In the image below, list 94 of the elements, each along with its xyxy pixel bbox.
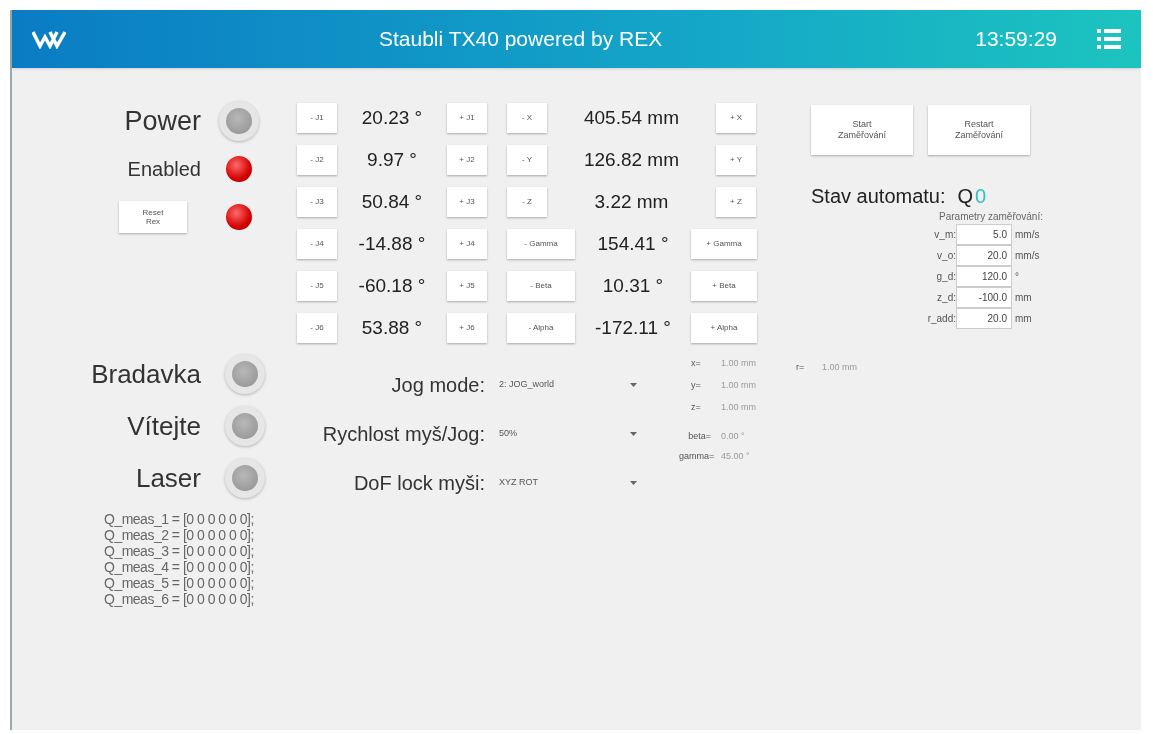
jog-button[interactable]: + J6 bbox=[447, 313, 487, 343]
readout-value: 1.00 mm bbox=[721, 357, 756, 371]
dropdown-select[interactable]: 2: JOG_world bbox=[497, 370, 643, 400]
readout-label: beta= bbox=[687, 430, 712, 444]
jog-button[interactable]: + J3 bbox=[447, 187, 487, 217]
param-field[interactable]: 5.0 bbox=[956, 224, 1012, 245]
jog-button[interactable]: + Gamma bbox=[691, 229, 757, 259]
param-field[interactable]: 20.0 bbox=[956, 245, 1012, 266]
jog-button[interactable]: - X bbox=[507, 103, 547, 133]
readout-label: x= bbox=[691, 357, 702, 371]
clock-time: 13:59:29 bbox=[975, 26, 1057, 53]
measurement-line: Q_meas_1 = [0 0 0 0 0 0]; bbox=[104, 511, 255, 527]
joint-value: 9.97 ° bbox=[366, 147, 418, 172]
joint-value: 50.84 ° bbox=[360, 189, 424, 214]
cartesian-value: 10.31 ° bbox=[601, 273, 665, 298]
dropdown-label: Jog mode: bbox=[390, 373, 486, 398]
menu-icon[interactable] bbox=[1097, 28, 1121, 50]
logo-icon bbox=[32, 29, 66, 49]
jog-button[interactable]: + Y bbox=[716, 145, 756, 175]
param-unit: mm bbox=[1014, 312, 1033, 326]
jog-button[interactable]: + Z bbox=[716, 187, 756, 217]
window-title: Staubli TX40 powered by REX bbox=[378, 26, 664, 53]
jog-button[interactable]: + J2 bbox=[447, 145, 487, 175]
jog-button[interactable]: - Alpha bbox=[507, 313, 575, 343]
jog-button[interactable]: + Beta bbox=[691, 271, 757, 301]
joint-value: 53.88 ° bbox=[360, 315, 424, 340]
jog-button[interactable]: - Beta bbox=[507, 271, 575, 301]
measurement-line: Q_meas_2 = [0 0 0 0 0 0]; bbox=[104, 527, 255, 543]
joint-value: -14.88 ° bbox=[357, 231, 427, 256]
caret-icon bbox=[630, 383, 637, 387]
dropdown-label: Rychlost myš/Jog: bbox=[321, 422, 486, 447]
readout-value: 1.00 mm bbox=[822, 361, 858, 375]
measurement-line: Q_meas_5 = [0 0 0 0 0 0]; bbox=[104, 575, 255, 591]
param-field[interactable]: 120.0 bbox=[956, 266, 1012, 287]
jog-button[interactable]: + J5 bbox=[447, 271, 487, 301]
lamp-label: Enabled bbox=[127, 157, 201, 182]
jog-button[interactable]: - Gamma bbox=[507, 229, 575, 259]
readout-value: 0.00 ° bbox=[721, 430, 745, 444]
lamp-label: Vítejte bbox=[127, 409, 201, 443]
param-field[interactable]: -100.0 bbox=[956, 287, 1012, 308]
param-field[interactable]: 20.0 bbox=[956, 308, 1012, 329]
readout-label: y= bbox=[691, 379, 702, 393]
aiming-button[interactable]: Start Zaměřování bbox=[811, 105, 913, 155]
dropdown-select[interactable]: 50% bbox=[497, 419, 643, 449]
param-unit: mm/s bbox=[1014, 228, 1041, 242]
joint-value: 20.23 ° bbox=[360, 105, 424, 130]
dropdown-label: DoF lock myši: bbox=[352, 471, 486, 496]
cartesian-value: -172.11 ° bbox=[594, 315, 672, 340]
lamp-label: Bradavka bbox=[91, 357, 201, 391]
measurement-line: Q_meas_6 = [0 0 0 0 0 0]; bbox=[104, 591, 255, 607]
readout-value: 1.00 mm bbox=[721, 401, 756, 415]
jog-button[interactable]: - J1 bbox=[297, 103, 337, 133]
param-label: r_add: bbox=[926, 312, 956, 326]
jog-button[interactable]: - J5 bbox=[297, 271, 337, 301]
lamp-label: Power bbox=[124, 104, 201, 138]
jog-button[interactable]: + X bbox=[716, 103, 756, 133]
state-label: Stav automatu: bbox=[811, 184, 946, 209]
param-label: v_m: bbox=[933, 228, 956, 242]
caret-icon bbox=[630, 481, 637, 485]
param-label: z_d: bbox=[936, 291, 956, 305]
reset-button[interactable]: Reset Rex bbox=[119, 201, 187, 233]
cartesian-value: 405.54 mm bbox=[582, 105, 680, 130]
jog-button[interactable]: - J4 bbox=[297, 229, 337, 259]
cartesian-value: 3.22 mm bbox=[593, 189, 670, 214]
cartesian-value: 126.82 mm bbox=[582, 147, 680, 172]
param-label: g_d: bbox=[935, 270, 956, 284]
state-value: 0 bbox=[975, 184, 987, 209]
param-unit: mm/s bbox=[1014, 249, 1041, 263]
jog-button[interactable]: - J3 bbox=[297, 187, 337, 217]
jog-button[interactable]: - Y bbox=[507, 145, 547, 175]
cartesian-value: 154.41 ° bbox=[596, 231, 670, 256]
lamp-label: Laser bbox=[135, 461, 201, 495]
measurement-line: Q_meas_3 = [0 0 0 0 0 0]; bbox=[104, 543, 255, 559]
aiming-button[interactable]: Restart Zaměřování bbox=[928, 105, 1030, 155]
param-unit: mm bbox=[1014, 291, 1033, 305]
caret-icon bbox=[630, 432, 637, 436]
joint-value: -60.18 ° bbox=[357, 273, 427, 298]
readout-value: 45.00 ° bbox=[721, 450, 750, 464]
jog-button[interactable]: + Alpha bbox=[691, 313, 757, 343]
jog-button[interactable]: + J4 bbox=[447, 229, 487, 259]
readout-label: z= bbox=[691, 401, 702, 415]
dropdown-select[interactable]: XYZ ROT bbox=[497, 468, 643, 498]
measurement-line: Q_meas_4 = [0 0 0 0 0 0]; bbox=[104, 559, 255, 575]
state-prefix: Q bbox=[957, 184, 974, 209]
jog-button[interactable]: - J6 bbox=[297, 313, 337, 343]
params-title: Parametry zaměřování: bbox=[939, 210, 1043, 224]
param-label: v_o: bbox=[936, 249, 956, 263]
jog-button[interactable]: + J1 bbox=[447, 103, 487, 133]
jog-button[interactable]: - J2 bbox=[297, 145, 337, 175]
param-unit: ° bbox=[1014, 270, 1020, 284]
readout-label: gamma= bbox=[679, 450, 716, 464]
readout-label: r= bbox=[796, 361, 806, 375]
readout-value: 1.00 mm bbox=[721, 379, 756, 393]
jog-button[interactable]: - Z bbox=[507, 187, 547, 217]
